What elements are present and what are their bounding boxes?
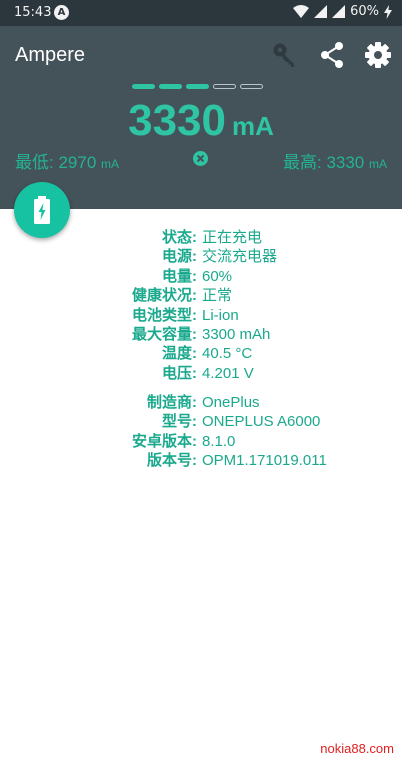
- info-value: 交流充电器: [202, 248, 278, 266]
- notification-icon: A: [54, 5, 69, 20]
- info-value: 3300 mAh: [202, 325, 271, 343]
- info-label: 版本号:: [147, 452, 197, 470]
- info-label: 最大容量:: [132, 325, 197, 343]
- max-reading: 最高: 3330 mA: [283, 148, 387, 173]
- info-row: 电压: 4.201 V: [0, 364, 402, 383]
- min-unit: mA: [101, 157, 120, 171]
- min-reading: 最低: 2970 mA: [15, 148, 119, 173]
- info-label: 健康状况:: [132, 287, 197, 305]
- reset-icon[interactable]: [193, 151, 208, 166]
- min-value: 2970: [58, 153, 97, 172]
- level-segment: [186, 84, 209, 89]
- gear-icon[interactable]: [363, 40, 393, 70]
- info-row: 电量: 60%: [0, 267, 402, 286]
- info-value: OnePlus: [202, 394, 260, 411]
- app-title: Ampere: [15, 44, 86, 66]
- watermark: nokia88.com: [320, 741, 394, 756]
- battery-percent: 60%: [350, 4, 379, 19]
- info-row: 温度: 40.5 °C: [0, 344, 402, 363]
- max-label: 最高:: [282, 153, 322, 172]
- info-row: 状态: 正在充电: [0, 228, 402, 247]
- info-row: 型号: ONEPLUS A6000: [0, 412, 402, 431]
- info-row: 电池类型: Li-ion: [0, 306, 402, 325]
- info-label: 电源:: [162, 248, 197, 266]
- current-value: 3330: [128, 96, 226, 145]
- signal-icon: [314, 5, 328, 18]
- info-value: 40.5 °C: [202, 345, 253, 363]
- info-label: 电量:: [162, 267, 197, 285]
- info-value: 8.1.0: [202, 432, 236, 450]
- battery-charging-icon: [34, 196, 50, 224]
- max-value: 3330: [326, 153, 365, 172]
- info-label: 安卓版本:: [132, 432, 197, 450]
- info-value: Li-ion: [202, 306, 239, 324]
- info-label: 电池类型:: [132, 306, 197, 324]
- info-label: 状态:: [162, 229, 197, 246]
- current-level-indicator: [132, 84, 263, 89]
- info-value: ONEPLUS A6000: [202, 413, 321, 431]
- battery-info-list: 状态: 正在充电 电源: 交流充电器 电量: 60% 健康状况: 正常 电池类型: Li-…: [0, 228, 402, 383]
- info-value: 4.201 V: [202, 364, 254, 382]
- level-segment: [132, 84, 155, 89]
- min-label: 最低:: [15, 153, 54, 172]
- info-row: 安卓版本: 8.1.0: [0, 432, 402, 451]
- info-row: 最大容量: 3300 mAh: [0, 325, 402, 344]
- signal-icon: [332, 5, 346, 18]
- info-row: 版本号: OPM1.171019.011: [0, 451, 402, 470]
- current-reading: 3330 mA: [0, 96, 402, 146]
- info-value: 正在充电: [202, 229, 263, 246]
- level-segment: [159, 84, 182, 89]
- battery-charging-icon: [384, 4, 392, 19]
- info-label: 型号:: [162, 413, 197, 431]
- current-unit: mA: [231, 111, 274, 141]
- info-label: 电压:: [162, 364, 197, 382]
- device-info-list: 制造商: OnePlus 型号: ONEPLUS A6000 安卓版本: 8.1.0 …: [0, 393, 402, 471]
- wifi-icon: [293, 5, 310, 18]
- key-icon[interactable]: [270, 40, 300, 70]
- info-label: 制造商:: [147, 394, 197, 411]
- info-value: OPM1.171019.011: [202, 452, 327, 470]
- info-value: 正常: [202, 287, 233, 305]
- share-icon[interactable]: [317, 40, 347, 70]
- meter-header: Ampere 3330 mA 最低: 2970 mA 最高: 3330 mA: [0, 26, 402, 209]
- level-segment: [213, 84, 236, 89]
- system-icons: 60%: [293, 4, 392, 19]
- status-time: 15:43: [14, 5, 52, 20]
- max-unit: mA: [369, 157, 387, 171]
- info-row: 制造商: OnePlus: [0, 393, 402, 412]
- level-segment: [240, 84, 263, 89]
- info-label: 温度:: [162, 345, 197, 363]
- info-row: 健康状况: 正常: [0, 286, 402, 305]
- info-value: 60%: [202, 267, 233, 285]
- status-bar: 15:43 A 60%: [0, 0, 402, 26]
- info-row: 电源: 交流充电器: [0, 247, 402, 266]
